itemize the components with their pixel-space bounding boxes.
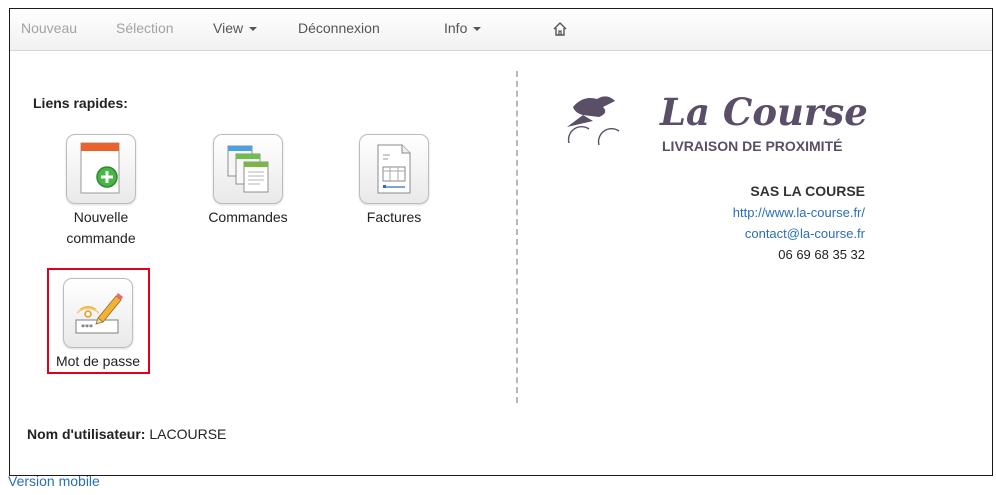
- app-frame: Nouveau Sélection View Déconnexion Info …: [9, 8, 993, 476]
- caret-down-icon: [249, 27, 258, 32]
- username-label: Nom d'utilisateur:: [27, 426, 146, 442]
- nav-info-label: Info: [444, 20, 468, 36]
- top-navbar: Nouveau Sélection View Déconnexion Info: [10, 9, 992, 51]
- svg-text:***: ***: [81, 323, 93, 332]
- password-icon: ***: [75, 293, 123, 334]
- company-info: SAS LA COURSE http://www.la-course.fr/ c…: [733, 181, 865, 265]
- tile-invoices[interactable]: Factures: [344, 134, 444, 228]
- company-name: SAS LA COURSE: [750, 183, 865, 199]
- tile-label: Mot de passe: [55, 353, 141, 369]
- nav-view-dropdown[interactable]: View: [213, 20, 258, 36]
- caret-down-icon: [473, 27, 482, 32]
- new-order-icon: [80, 142, 120, 194]
- tile-new-order[interactable]: Nouvelle commande: [46, 134, 156, 249]
- username-value: LACOURSE: [149, 426, 227, 442]
- company-website-link[interactable]: http://www.la-course.fr/: [733, 202, 865, 223]
- tile-box: [213, 134, 283, 204]
- nav-selection[interactable]: Sélection: [116, 20, 174, 36]
- section-divider: [516, 71, 518, 403]
- nav-info-dropdown[interactable]: Info: [444, 20, 482, 36]
- quick-links-title: Liens rapides:: [33, 95, 128, 111]
- tile-box: [359, 134, 429, 204]
- tile-orders[interactable]: Commandes: [198, 134, 298, 228]
- company-email-link[interactable]: contact@la-course.fr: [733, 223, 865, 244]
- tile-label: Nouvelle commande: [66, 209, 136, 246]
- tile-label: Commandes: [208, 209, 288, 225]
- logo-title: La Course: [659, 90, 868, 134]
- nav-view-label: View: [213, 20, 244, 36]
- nav-nouveau[interactable]: Nouveau: [21, 20, 77, 36]
- orders-icon: [227, 145, 269, 193]
- company-phone: 06 69 68 35 32: [778, 247, 865, 262]
- tile-box: ***: [63, 278, 133, 348]
- invoices-icon: [377, 144, 411, 194]
- username-line: Nom d'utilisateur: LACOURSE: [27, 426, 226, 442]
- mobile-version-link[interactable]: Version mobile: [8, 473, 100, 489]
- company-logo: La Course LIVRAISON DE PROXIMITÉ: [567, 90, 868, 154]
- home-icon[interactable]: [552, 21, 568, 37]
- tile-password[interactable]: *** Mot de passe: [48, 278, 148, 372]
- tile-label: Factures: [366, 209, 422, 225]
- logo-subtitle: LIVRAISON DE PROXIMITÉ: [662, 138, 842, 154]
- tile-box: [66, 134, 136, 204]
- nav-deconnexion[interactable]: Déconnexion: [298, 20, 380, 36]
